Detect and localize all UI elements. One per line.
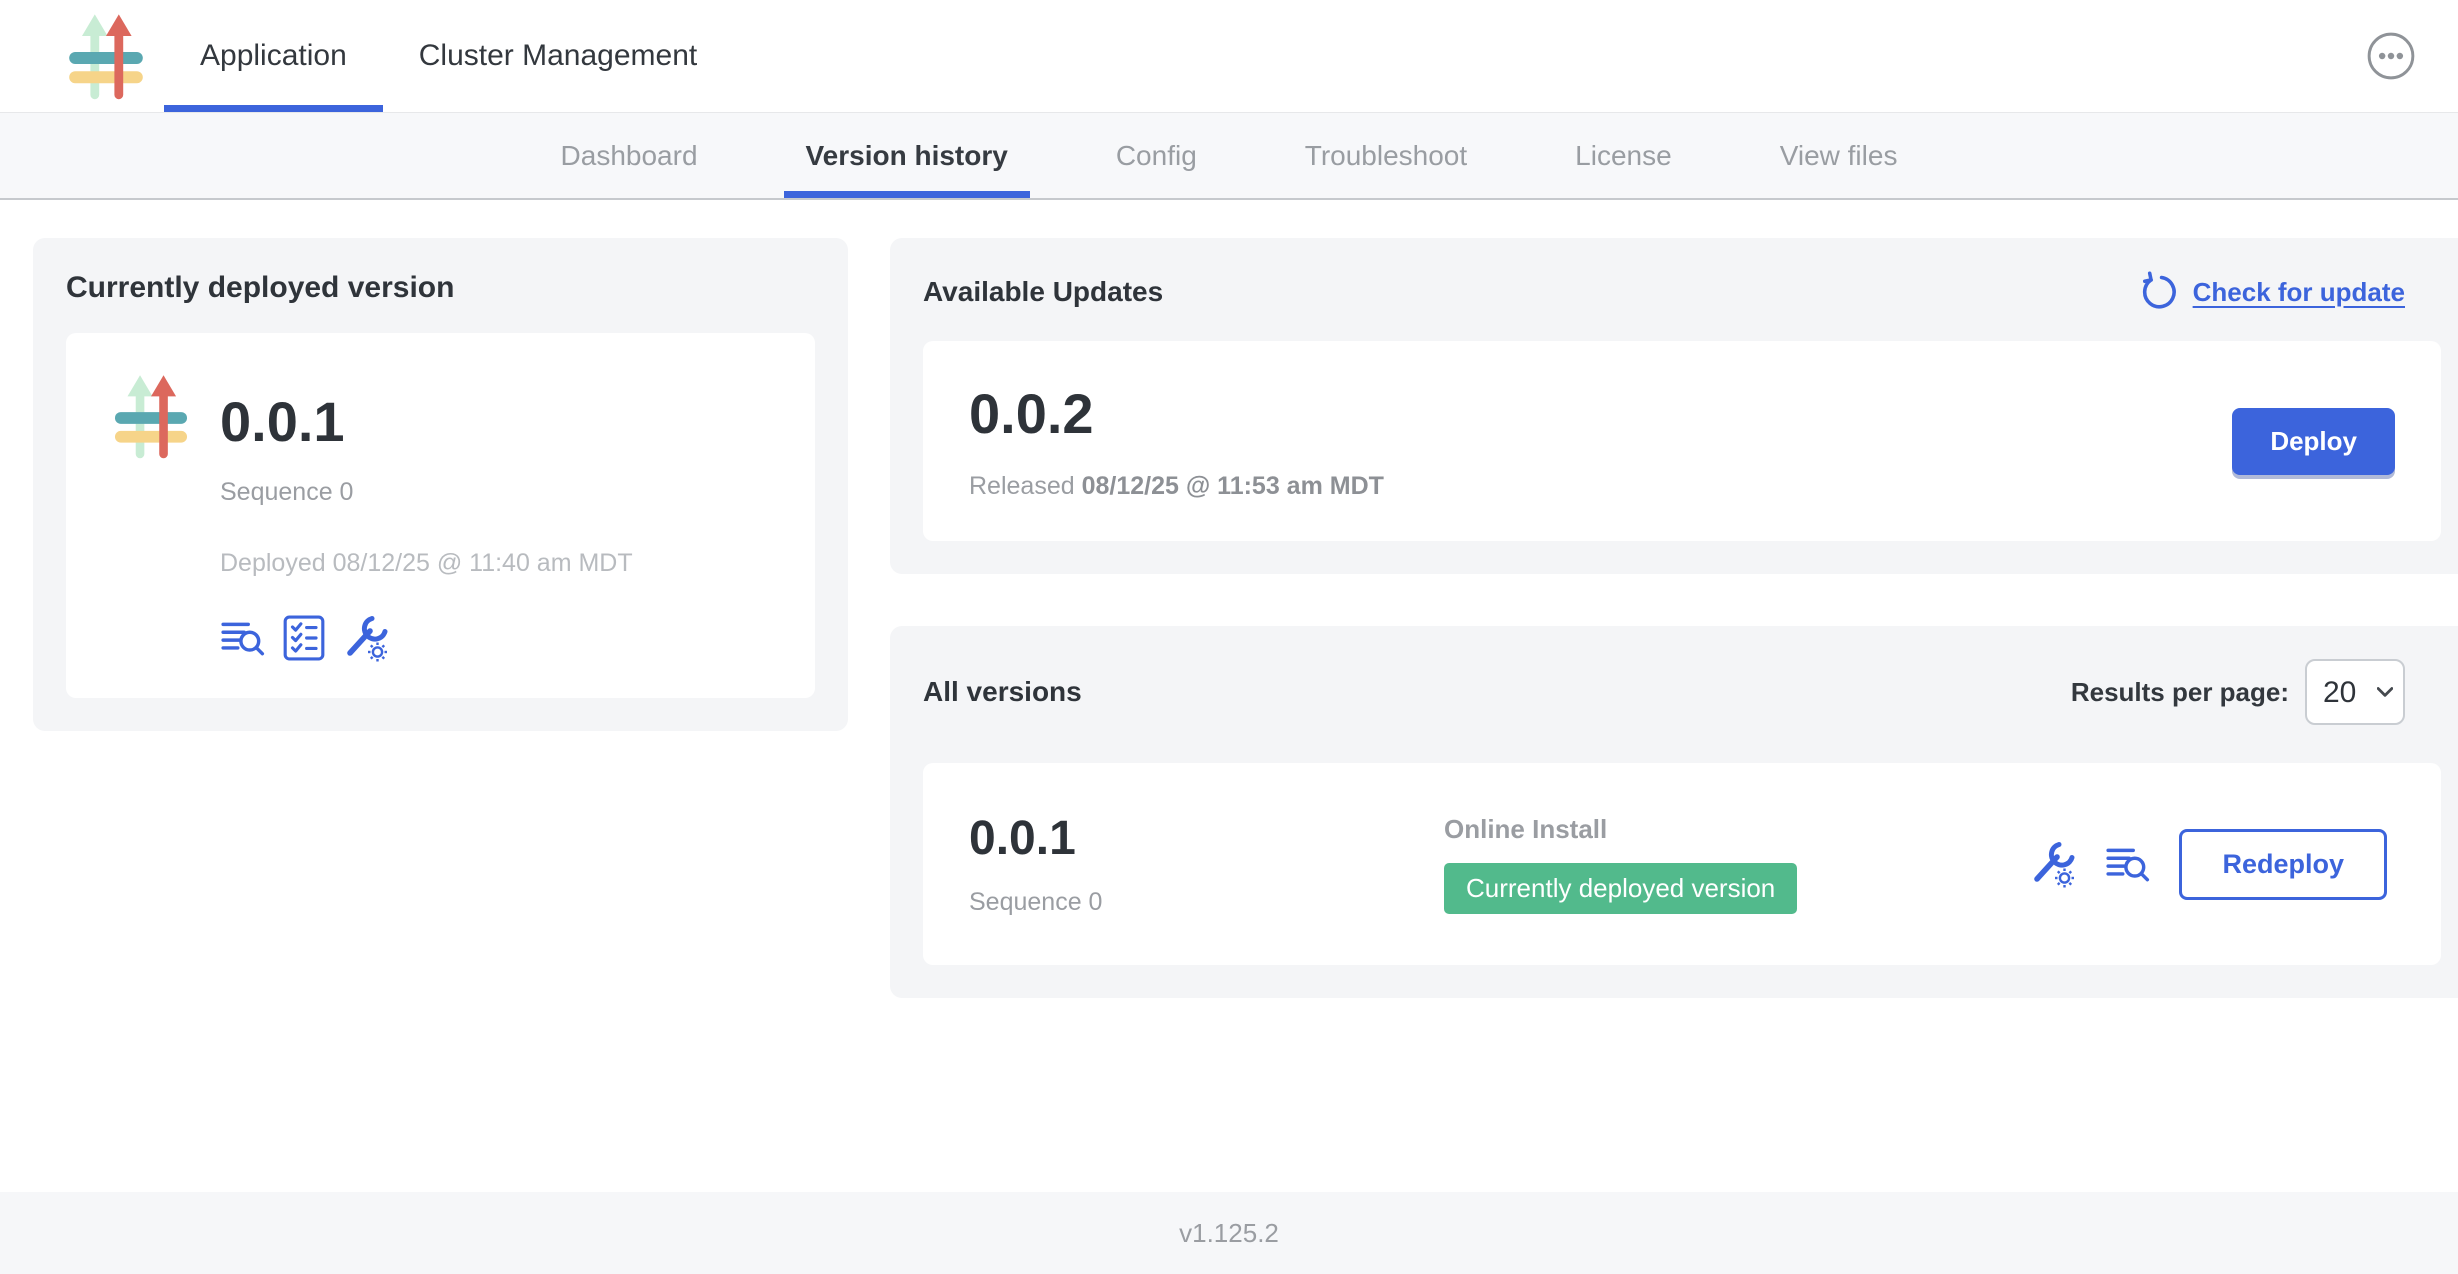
all-versions-card: All versions Results per page: 20 <box>890 626 2458 998</box>
all-versions-title: All versions <box>923 676 1082 708</box>
results-per-page-select-wrap: 20 <box>2305 659 2405 725</box>
available-updates-card: Available Updates Check for update <box>890 238 2458 574</box>
app-subnav: Dashboard Version history Config Trouble… <box>0 113 2458 200</box>
app-logo <box>58 8 154 104</box>
redeploy-button[interactable]: Redeploy <box>2179 829 2387 900</box>
deployed-version-card: 0.0.1 Sequence 0 Deployed 08/12/25 @ 11:… <box>66 333 815 698</box>
deployed-version-number: 0.0.1 <box>220 389 633 454</box>
config-icon <box>342 614 390 662</box>
deployed-column: Currently deployed version 0.0.1 Sequenc… <box>33 238 848 731</box>
logs-icon <box>220 615 266 661</box>
deployed-version-info: 0.0.1 Sequence 0 Deployed 08/12/25 @ 11:… <box>220 369 633 662</box>
subnav-dashboard-label: Dashboard <box>561 140 698 172</box>
update-version-number: 0.0.2 <box>969 381 1384 446</box>
version-row-number: 0.0.1 <box>969 811 1444 866</box>
check-for-update-link[interactable]: Check for update <box>2139 271 2405 313</box>
update-info: 0.0.2 Released 08/12/25 @ 11:53 am MDT <box>969 381 1384 501</box>
subnav-license-label: License <box>1575 140 1672 172</box>
version-row: 0.0.1 Sequence 0 Online Install Currentl… <box>923 763 2441 965</box>
tab-cluster-management[interactable]: Cluster Management <box>383 0 733 112</box>
version-row-sequence: Sequence 0 <box>969 888 1444 917</box>
app-logo-icon <box>58 8 154 104</box>
footer: v1.125.2 <box>0 1192 2458 1274</box>
refresh-icon <box>2139 271 2181 313</box>
check-for-update-label: Check for update <box>2193 277 2405 308</box>
update-released-line: Released 08/12/25 @ 11:53 am MDT <box>969 472 1384 501</box>
config-icon <box>2029 840 2077 888</box>
subnav-troubleshoot[interactable]: Troubleshoot <box>1283 113 1489 198</box>
results-per-page-label: Results per page: <box>2071 677 2289 708</box>
top-tabs: Application Cluster Management <box>164 0 733 112</box>
main-content: Currently deployed version 0.0.1 Sequenc… <box>0 200 2458 998</box>
version-row-actions: Redeploy <box>2029 829 2395 900</box>
admin-console-version: v1.125.2 <box>1179 1218 1279 1249</box>
logs-icon <box>2105 841 2151 887</box>
all-versions-header: All versions Results per page: 20 <box>923 659 2441 725</box>
tab-cluster-management-label: Cluster Management <box>419 39 697 73</box>
subnav-dashboard[interactable]: Dashboard <box>539 113 720 198</box>
ellipsis-circle-icon <box>2366 31 2416 81</box>
deploy-button[interactable]: Deploy <box>2232 408 2395 475</box>
available-updates-title: Available Updates <box>923 276 1163 308</box>
preflight-checks-button[interactable] <box>283 615 325 661</box>
results-per-page: Results per page: 20 <box>2071 659 2405 725</box>
subnav-version-history-label: Version history <box>806 140 1008 172</box>
subnav-view-files-label: View files <box>1780 140 1898 172</box>
logs-button[interactable] <box>220 615 266 661</box>
app-logo-icon <box>104 369 198 463</box>
updates-column: Available Updates Check for update <box>890 238 2458 998</box>
released-date: 08/12/25 @ 11:53 am MDT <box>1082 472 1384 500</box>
preflight-checks-icon <box>283 615 325 661</box>
currently-deployed-title: Currently deployed version <box>66 271 815 305</box>
install-type-label: Online Install <box>1444 814 2029 845</box>
deployed-action-icons <box>220 614 633 662</box>
deployed-timestamp: Deployed 08/12/25 @ 11:40 am MDT <box>220 549 633 578</box>
released-prefix: Released <box>969 472 1075 500</box>
header-spacer <box>733 0 2366 112</box>
admin-console-page: Application Cluster Management Dashboard… <box>0 0 2458 1274</box>
available-updates-header: Available Updates Check for update <box>923 271 2441 313</box>
subnav-view-files[interactable]: View files <box>1758 113 1920 198</box>
status-badge: Currently deployed version <box>1444 863 1797 914</box>
subnav-config[interactable]: Config <box>1094 113 1219 198</box>
config-button[interactable] <box>342 614 390 662</box>
results-per-page-select[interactable]: 20 <box>2305 659 2405 725</box>
deployed-sequence: Sequence 0 <box>220 478 633 507</box>
tab-application[interactable]: Application <box>164 0 383 112</box>
version-row-info: 0.0.1 Sequence 0 <box>969 811 1444 917</box>
tab-application-label: Application <box>200 39 347 73</box>
logs-button[interactable] <box>2105 841 2151 887</box>
subnav-troubleshoot-label: Troubleshoot <box>1305 140 1467 172</box>
subnav-config-label: Config <box>1116 140 1197 172</box>
subnav-version-history[interactable]: Version history <box>784 113 1030 198</box>
config-button[interactable] <box>2029 840 2077 888</box>
update-row: 0.0.2 Released 08/12/25 @ 11:53 am MDT D… <box>923 341 2441 541</box>
subnav-license[interactable]: License <box>1553 113 1694 198</box>
top-header: Application Cluster Management <box>0 0 2458 113</box>
version-row-status: Online Install Currently deployed versio… <box>1444 814 2029 914</box>
currently-deployed-card: Currently deployed version 0.0.1 Sequenc… <box>33 238 848 731</box>
overflow-menu-button[interactable] <box>2366 31 2416 81</box>
